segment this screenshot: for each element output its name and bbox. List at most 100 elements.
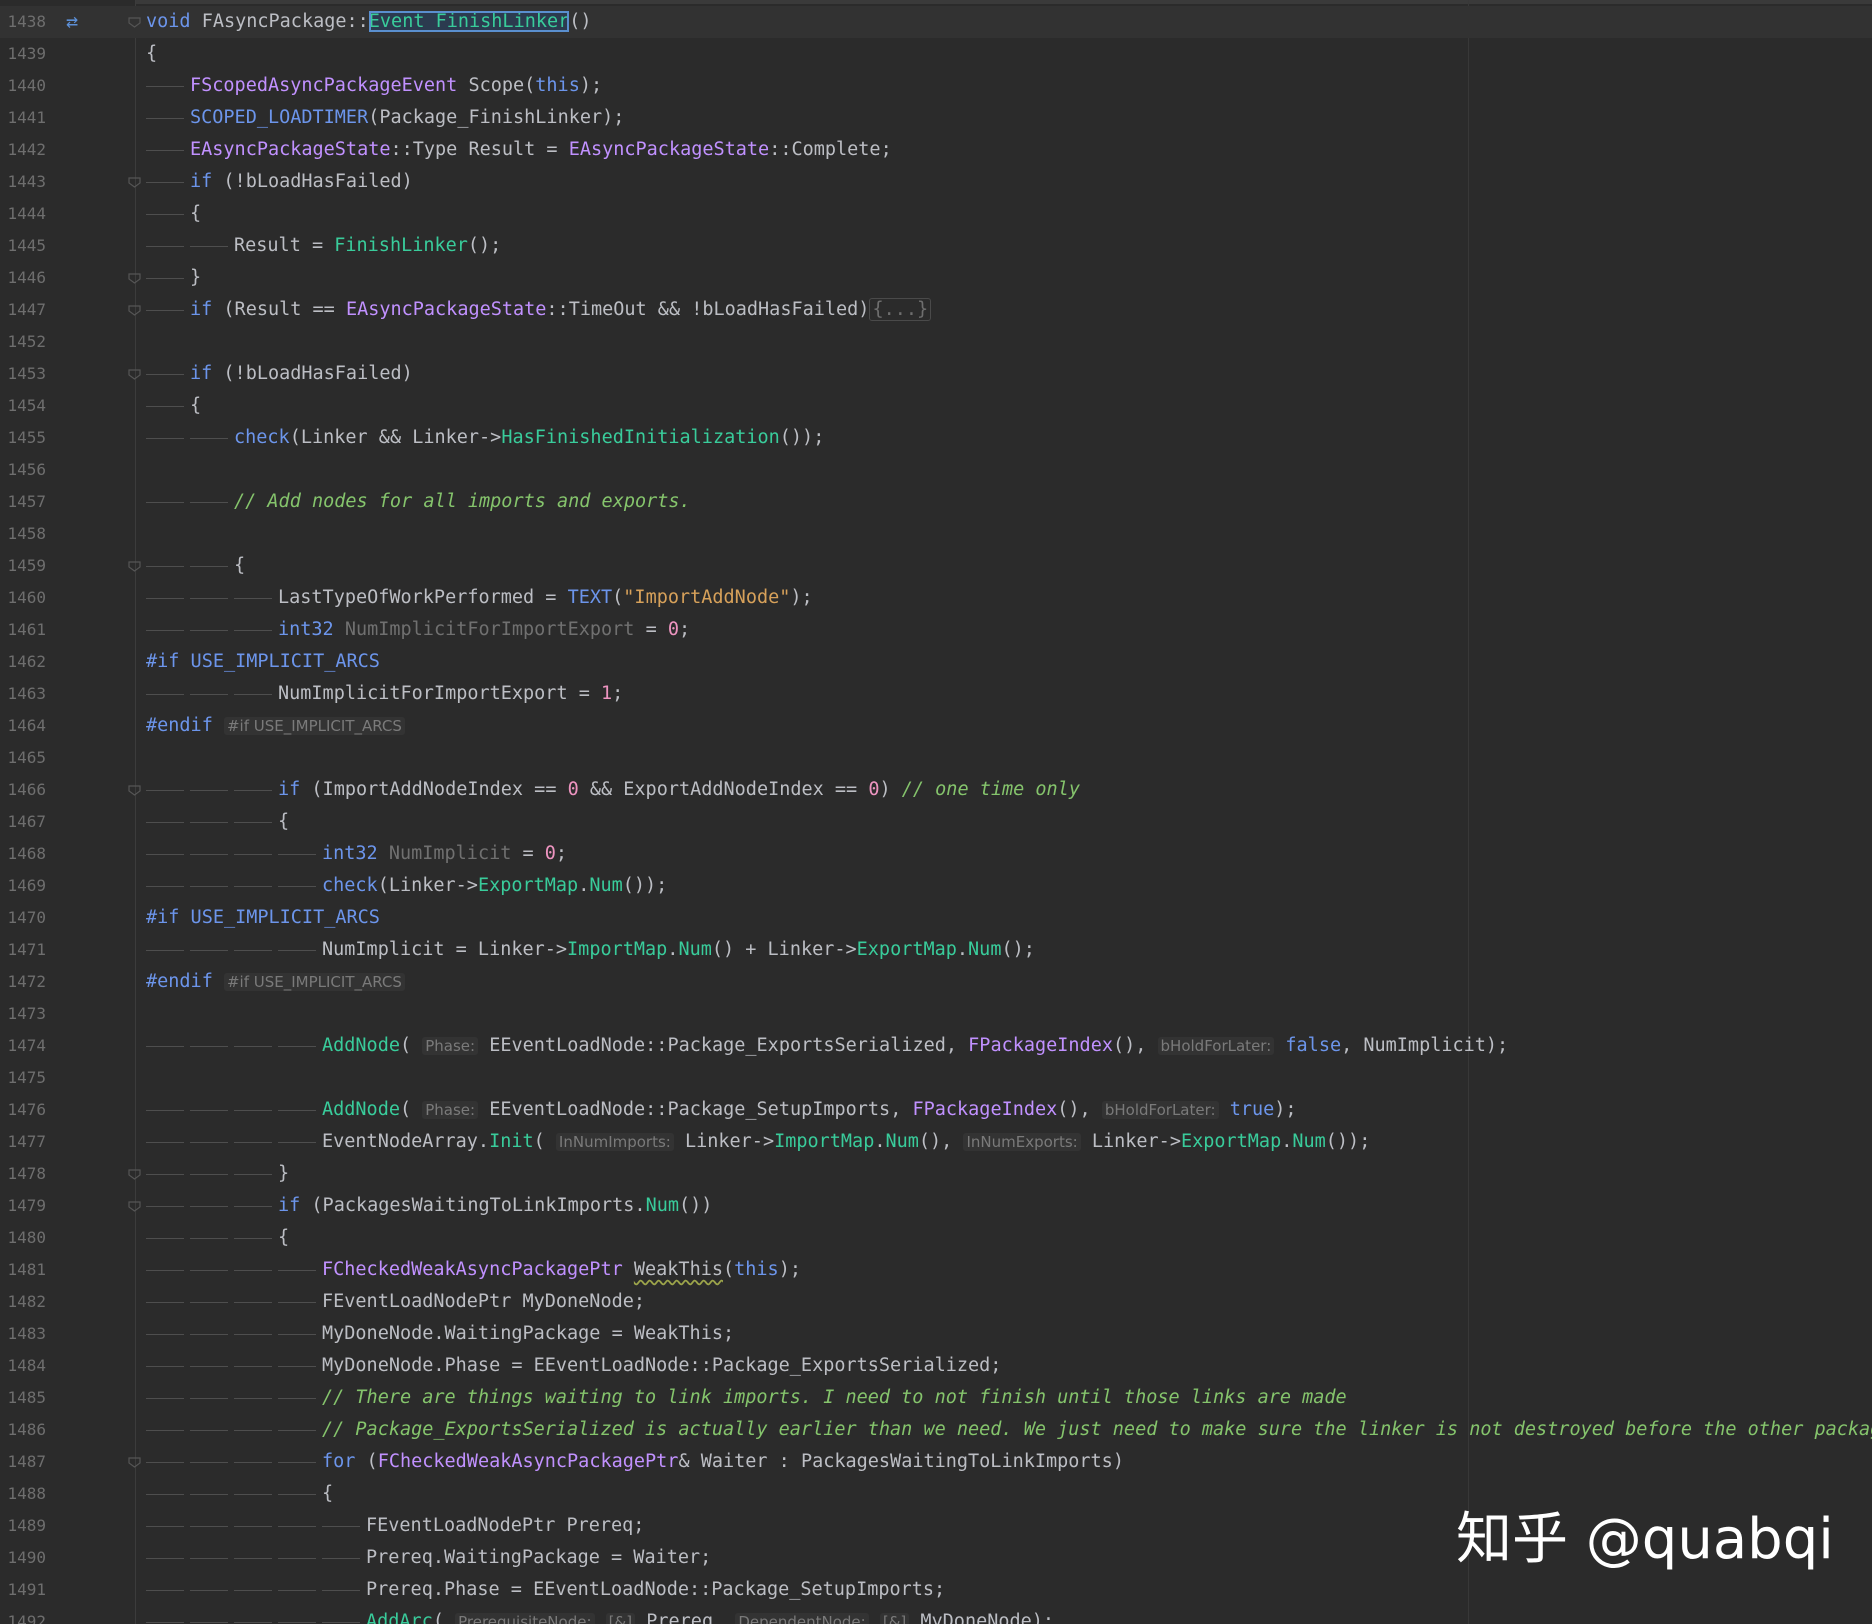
code-text[interactable]: { — [234, 550, 245, 582]
code-line[interactable]: 1459 { — [0, 550, 1872, 582]
code-text[interactable]: MyDoneNode.Phase = EEventLoadNode::Packa… — [322, 1350, 1001, 1382]
code-text[interactable]: #if USE_IMPLICIT_ARCS — [146, 902, 380, 934]
fold-marker-icon[interactable] — [128, 1201, 141, 1212]
code-line[interactable]: 1463 NumImplicitForImportExport = 1; — [0, 678, 1872, 710]
code-editor[interactable]: 1438 ⇄ void FAsyncPackage::Event_FinishLin… — [0, 0, 1872, 1624]
code-text[interactable]: Prereq.WaitingPackage = Waiter; — [366, 1542, 711, 1574]
code-text[interactable]: NumImplicit = Linker->ImportMap.Num() + … — [322, 934, 1035, 966]
code-text[interactable]: FEventLoadNodePtr Prereq; — [366, 1510, 644, 1542]
code-line[interactable]: 1467 { — [0, 806, 1872, 838]
code-text[interactable]: check(Linker && Linker->HasFinishedIniti… — [234, 422, 824, 454]
code-text[interactable]: { — [278, 806, 289, 838]
code-line[interactable]: 1453 if (!bLoadHasFailed) — [0, 358, 1872, 390]
code-line[interactable]: 1443 if (!bLoadHasFailed) — [0, 166, 1872, 198]
fold-marker-icon[interactable] — [128, 273, 141, 284]
code-line[interactable]: 1483 MyDoneNode.WaitingPackage = WeakThis… — [0, 1318, 1872, 1350]
code-line[interactable]: 1461 int32 NumImplicitForImportExport = 0… — [0, 614, 1872, 646]
code-text[interactable]: #endif #if USE_IMPLICIT_ARCS — [146, 966, 405, 998]
code-line[interactable]: 1454 { — [0, 390, 1872, 422]
fold-marker-icon[interactable] — [128, 1169, 141, 1180]
code-text[interactable]: Prereq.Phase = EEventLoadNode::Package_S… — [366, 1574, 945, 1606]
code-line[interactable]: 1478} — [0, 1158, 1872, 1190]
code-text[interactable]: #endif #if USE_IMPLICIT_ARCS — [146, 710, 405, 742]
code-text[interactable]: // Package_ExportsSerialized is actually… — [322, 1414, 1872, 1446]
code-text[interactable]: if (ImportAddNodeIndex == 0 && ExportAdd… — [278, 774, 1080, 806]
code-line[interactable]: 1480 { — [0, 1222, 1872, 1254]
code-text[interactable]: if (!bLoadHasFailed) — [190, 358, 413, 390]
code-text[interactable]: // There are things waiting to link impo… — [322, 1382, 1347, 1414]
code-line[interactable]: 1477 EventNodeArray.Init( InNumImports: L… — [0, 1126, 1872, 1158]
code-line[interactable]: 1466 if (ImportAddNodeIndex == 0 && Expor… — [0, 774, 1872, 806]
code-text[interactable]: int32 NumImplicitForImportExport = 0; — [278, 614, 690, 646]
code-text[interactable]: NumImplicitForImportExport = 1; — [278, 678, 623, 710]
code-line[interactable]: 1464 #endif #if USE_IMPLICIT_ARCS — [0, 710, 1872, 742]
code-text[interactable]: int32 NumImplicit = 0; — [322, 838, 567, 870]
code-text[interactable]: LastTypeOfWorkPerformed = TEXT("ImportAd… — [278, 582, 813, 614]
code-line[interactable]: 1460 LastTypeOfWorkPerformed = TEXT("Impo… — [0, 582, 1872, 614]
collapsed-region[interactable]: {...} — [869, 298, 932, 321]
code-text[interactable]: AddNode( Phase: EEventLoadNode::Package_… — [322, 1094, 1297, 1126]
code-text[interactable]: EventNodeArray.Init( InNumImports: Linke… — [322, 1126, 1370, 1158]
fold-marker-icon[interactable] — [128, 17, 141, 28]
code-line[interactable]: 1492 AddArc( PrerequisiteNode: [&] Prereq… — [0, 1606, 1872, 1624]
code-line[interactable]: 1438 ⇄ void FAsyncPackage::Event_FinishLin… — [0, 6, 1872, 38]
code-line[interactable]: 1487 for (FCheckedWeakAsyncPackagePtr& Wa… — [0, 1446, 1872, 1478]
code-line[interactable]: 1440 FScopedAsyncPackageEvent Scope(this)… — [0, 70, 1872, 102]
code-line[interactable]: 1479 if (PackagesWaitingToLinkImports.Num… — [0, 1190, 1872, 1222]
code-text[interactable]: MyDoneNode.WaitingPackage = WeakThis; — [322, 1318, 734, 1350]
code-line[interactable]: 1471 NumImplicit = Linker->ImportMap.Num(… — [0, 934, 1872, 966]
code-text[interactable]: if (!bLoadHasFailed) — [190, 166, 413, 198]
code-line[interactable]: 1484 MyDoneNode.Phase = EEventLoadNode::P… — [0, 1350, 1872, 1382]
code-line[interactable]: 1473 — [0, 998, 1872, 1030]
code-line[interactable]: 1475 — [0, 1062, 1872, 1094]
code-line[interactable]: 1486 // Package_ExportsSerialized is actu… — [0, 1414, 1872, 1446]
code-line[interactable]: 1439 { — [0, 38, 1872, 70]
code-line[interactable]: 1457 // Add nodes for all imports and exp… — [0, 486, 1872, 518]
code-line[interactable]: 1481 FCheckedWeakAsyncPackagePtr WeakThis… — [0, 1254, 1872, 1286]
code-line[interactable]: 1468 int32 NumImplicit = 0; — [0, 838, 1872, 870]
code-text[interactable]: { — [322, 1478, 333, 1510]
swap-arrows-icon[interactable]: ⇄ — [60, 9, 84, 33]
code-text[interactable]: if (Result == EAsyncPackageState::TimeOu… — [190, 294, 932, 326]
code-text[interactable]: SCOPED_LOADTIMER(Package_FinishLinker); — [190, 102, 624, 134]
code-text[interactable]: { — [278, 1222, 289, 1254]
code-text[interactable]: { — [146, 38, 157, 70]
code-line[interactable]: 1465 — [0, 742, 1872, 774]
code-line[interactable]: 1446} — [0, 262, 1872, 294]
fold-marker-icon[interactable] — [128, 1457, 141, 1468]
code-text[interactable]: check(Linker->ExportMap.Num()); — [322, 870, 667, 902]
code-text[interactable]: } — [190, 262, 201, 294]
code-line[interactable]: 1485 // There are things waiting to link … — [0, 1382, 1872, 1414]
fold-marker-icon[interactable] — [128, 561, 141, 572]
code-text[interactable]: AddArc( PrerequisiteNode: [&] Prereq, De… — [366, 1606, 1054, 1624]
code-text[interactable]: void FAsyncPackage::Event_FinishLinker() — [146, 6, 592, 38]
code-line[interactable]: 1444 { — [0, 198, 1872, 230]
fold-marker-icon[interactable] — [128, 305, 141, 316]
code-line[interactable]: 1447 if (Result == EAsyncPackageState::Ti… — [0, 294, 1872, 326]
code-line[interactable]: 1476 AddNode( Phase: EEventLoadNode::Pack… — [0, 1094, 1872, 1126]
code-text[interactable]: FCheckedWeakAsyncPackagePtr WeakThis(thi… — [322, 1254, 801, 1286]
code-text[interactable]: #if USE_IMPLICIT_ARCS — [146, 646, 380, 678]
code-text[interactable]: FScopedAsyncPackageEvent Scope(this); — [190, 70, 602, 102]
code-line[interactable]: 1455 check(Linker && Linker->HasFinishedI… — [0, 422, 1872, 454]
code-text[interactable]: { — [190, 390, 201, 422]
code-line[interactable]: 1470 #if USE_IMPLICIT_ARCS — [0, 902, 1872, 934]
code-text[interactable]: { — [190, 198, 201, 230]
code-text[interactable]: Result = FinishLinker(); — [234, 230, 501, 262]
fold-marker-icon[interactable] — [128, 177, 141, 188]
code-line[interactable]: 1462 #if USE_IMPLICIT_ARCS — [0, 646, 1872, 678]
code-text[interactable]: EAsyncPackageState::Type Result = EAsync… — [190, 134, 892, 166]
code-text[interactable]: if (PackagesWaitingToLinkImports.Num()) — [278, 1190, 712, 1222]
fold-marker-icon[interactable] — [128, 785, 141, 796]
code-line[interactable]: 1472 #endif #if USE_IMPLICIT_ARCS — [0, 966, 1872, 998]
code-text[interactable]: FEventLoadNodePtr MyDoneNode; — [322, 1286, 645, 1318]
code-line[interactable]: 1474 AddNode( Phase: EEventLoadNode::Pack… — [0, 1030, 1872, 1062]
code-text[interactable]: // Add nodes for all imports and exports… — [234, 486, 691, 518]
code-line[interactable]: 1458 — [0, 518, 1872, 550]
code-text[interactable]: } — [278, 1158, 289, 1190]
code-line[interactable]: 1482 FEventLoadNodePtr MyDoneNode; — [0, 1286, 1872, 1318]
code-line[interactable]: 1445 Result = FinishLinker(); — [0, 230, 1872, 262]
code-line[interactable]: 1441 SCOPED_LOADTIMER(Package_FinishLinke… — [0, 102, 1872, 134]
code-line[interactable]: 1456 — [0, 454, 1872, 486]
code-line[interactable]: 1469 check(Linker->ExportMap.Num()); — [0, 870, 1872, 902]
